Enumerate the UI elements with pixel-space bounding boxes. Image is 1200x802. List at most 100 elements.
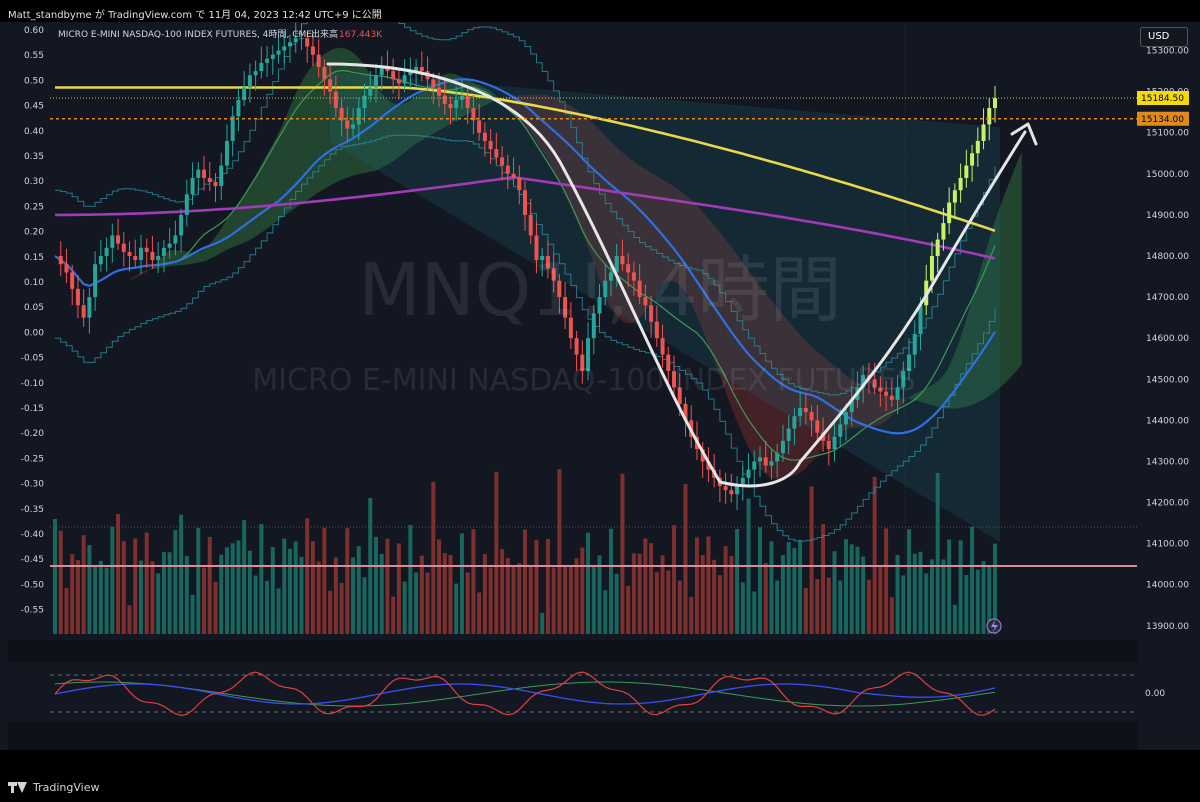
- candle-body: [843, 412, 848, 425]
- volume-bar: [351, 557, 356, 634]
- volume-bar: [322, 527, 327, 634]
- volume-bar: [391, 596, 396, 634]
- volume-bar: [64, 587, 69, 634]
- volume-bar: [75, 560, 80, 634]
- candle-body: [87, 297, 92, 318]
- volume-bar: [505, 558, 510, 634]
- volume-bar: [247, 550, 252, 634]
- volume-bar: [849, 544, 854, 634]
- candle-body: [138, 247, 143, 261]
- candle-body: [752, 461, 757, 470]
- candle-body: [792, 416, 797, 429]
- cloud-segment: [133, 273, 140, 280]
- candle-body: [935, 239, 940, 256]
- volume-bar: [494, 471, 499, 634]
- candle-body: [253, 71, 258, 76]
- volume-bar: [740, 582, 745, 634]
- volume-bar: [568, 566, 573, 634]
- volume-bar: [87, 545, 92, 634]
- volume-bar: [557, 469, 562, 634]
- candle-body: [322, 66, 327, 80]
- volume-bar: [798, 539, 803, 634]
- cloud-segment: [293, 85, 300, 209]
- watermark-symbol: MNQ1!, 4時間: [359, 248, 842, 332]
- chart-area[interactable]: 15300.0015200.0015100.0015000.0014900.00…: [0, 22, 1200, 750]
- candle-body: [758, 457, 762, 462]
- volume-bar: [265, 580, 270, 634]
- volume-bar: [437, 539, 442, 634]
- volume-bar: [328, 590, 333, 634]
- volume-bar: [723, 546, 728, 634]
- candle-body: [952, 190, 957, 203]
- volume-bar: [230, 543, 235, 634]
- publisher-bar: Matt_standbyme が TradingView.com で 11月 0…: [0, 0, 1200, 22]
- candle-body: [345, 120, 350, 129]
- cloud-segment: [99, 270, 105, 278]
- volume-bar: [786, 542, 791, 634]
- volume-bar: [872, 476, 877, 634]
- price-chart[interactable]: 15300.0015200.0015100.0015000.0014900.00…: [0, 22, 1200, 750]
- volume-bar: [288, 548, 292, 634]
- price-tick-label: 14400.00: [1146, 416, 1189, 426]
- volume-bar: [167, 552, 172, 634]
- candle-body: [448, 103, 453, 109]
- cloud-segment: [316, 55, 323, 194]
- candle-body: [809, 412, 814, 421]
- price-tick-label: 14600.00: [1146, 334, 1189, 344]
- candle-body: [133, 255, 138, 261]
- volume-bar: [500, 549, 505, 634]
- volume-bar: [224, 547, 229, 634]
- price-tick-label: 13900.00: [1146, 622, 1189, 632]
- volume-bar: [608, 528, 613, 634]
- volume-bar: [242, 520, 247, 634]
- volume-bar: [471, 529, 476, 634]
- candle-body: [173, 235, 178, 244]
- volume-bar: [282, 538, 287, 634]
- currency-button[interactable]: USD: [1140, 27, 1188, 47]
- cloud-segment: [1016, 151, 1022, 372]
- volume-bar: [116, 513, 121, 634]
- left-tick-label: -0.55: [21, 606, 44, 616]
- volume-bar: [654, 572, 659, 634]
- volume-bar: [947, 539, 952, 634]
- volume-bar: [952, 604, 957, 634]
- cloud-segment: [311, 61, 317, 198]
- volume-bar: [93, 565, 98, 634]
- volume-bar: [775, 580, 780, 634]
- cloud-segment: [207, 239, 214, 260]
- tradingview-logo[interactable]: TradingView: [8, 781, 99, 794]
- left-tick-label: -0.15: [21, 404, 44, 414]
- volume-bar: [138, 560, 143, 634]
- volume-bar: [385, 538, 390, 634]
- cloud-segment: [81, 255, 88, 261]
- volume-bar: [935, 472, 940, 634]
- volume-bar: [161, 551, 166, 634]
- candle-body: [310, 46, 315, 55]
- cloud-segment: [173, 250, 180, 266]
- brand-name: TradingView: [33, 780, 100, 794]
- cloud-segment: [87, 260, 94, 265]
- candle-body: [437, 87, 442, 96]
- volume-bar: [586, 532, 591, 634]
- candle-body: [333, 91, 338, 109]
- candle-body: [947, 202, 952, 224]
- volume-bar: [270, 547, 275, 634]
- candle-body: [156, 255, 161, 261]
- volume-bar: [419, 555, 424, 634]
- volume-bar: [924, 573, 929, 634]
- candle-body: [110, 235, 115, 248]
- candle-body: [396, 79, 401, 84]
- candle-body: [402, 75, 407, 84]
- left-tick-label: 0.35: [24, 152, 44, 162]
- volume-bar: [712, 559, 717, 634]
- cloud-segment: [110, 284, 117, 286]
- footer-bar: TradingView: [0, 772, 1200, 802]
- candle-body: [224, 140, 229, 166]
- left-tick-label: 0.55: [24, 51, 44, 61]
- volume-bar: [958, 540, 963, 634]
- candle-body: [660, 338, 665, 355]
- candle-body: [735, 486, 740, 495]
- volume-bar: [603, 590, 608, 634]
- volume-bar: [689, 597, 694, 634]
- candle-body: [116, 235, 121, 244]
